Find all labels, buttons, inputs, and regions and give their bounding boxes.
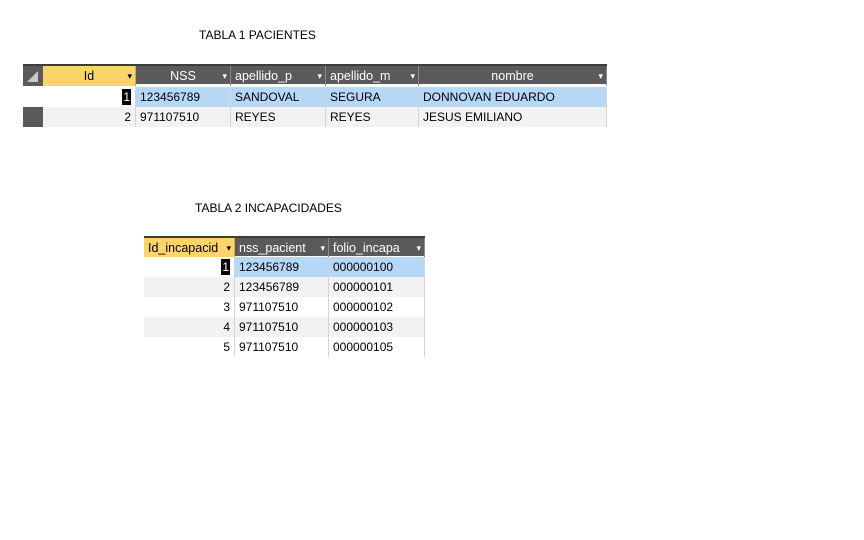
column-header-nombre[interactable]: nombre ▾ bbox=[419, 66, 607, 86]
cell-id[interactable]: 2 bbox=[43, 107, 136, 127]
table-row[interactable]: 3 971107510 000000102 bbox=[144, 297, 425, 317]
select-all-corner-icon[interactable] bbox=[23, 66, 43, 86]
column-header-apellido-m[interactable]: apellido_m ▾ bbox=[326, 66, 419, 86]
table1-caption: TABLA 1 PACIENTES bbox=[199, 28, 316, 42]
dropdown-arrow-icon[interactable]: ▾ bbox=[410, 66, 415, 86]
cell-nss[interactable]: 971107510 bbox=[136, 107, 231, 127]
table-row[interactable]: 2 123456789 000000101 bbox=[144, 277, 425, 297]
cell-id-incapacidad[interactable]: 2 bbox=[144, 277, 235, 297]
cell-apellido-m[interactable]: SEGURA bbox=[326, 87, 419, 107]
cell-nss-paciente[interactable]: 971107510 bbox=[235, 297, 329, 317]
table-row[interactable]: 4 971107510 000000103 bbox=[144, 317, 425, 337]
table-row[interactable]: 2 971107510 REYES REYES JESUS EMILIANO bbox=[23, 107, 607, 127]
column-header-nss[interactable]: NSS ▾ bbox=[136, 66, 231, 86]
cell-nss-paciente[interactable]: 123456789 bbox=[235, 257, 329, 277]
column-header-folio-incapacidad[interactable]: folio_incapa ▾ bbox=[329, 238, 425, 258]
row-selector[interactable] bbox=[23, 107, 43, 127]
table1-header-row: Id ▾ NSS ▾ apellido_p ▾ apellido_m ▾ nom… bbox=[23, 64, 607, 86]
column-header-apellido-p[interactable]: apellido_p ▾ bbox=[231, 66, 326, 86]
column-header-id-incapacidad[interactable]: Id_incapacid ▾ bbox=[144, 238, 235, 258]
column-header-id[interactable]: Id ▾ bbox=[43, 66, 136, 86]
dropdown-arrow-icon[interactable]: ▾ bbox=[598, 66, 603, 86]
cell-folio[interactable]: 000000101 bbox=[329, 277, 425, 297]
dropdown-arrow-icon[interactable]: ▾ bbox=[127, 66, 132, 86]
column-header-nss-paciente[interactable]: nss_pacient ▾ bbox=[235, 238, 329, 258]
row-selector[interactable] bbox=[23, 87, 43, 107]
table-row[interactable]: 1 123456789 000000100 bbox=[144, 257, 425, 277]
dropdown-arrow-icon[interactable]: ▾ bbox=[222, 66, 227, 86]
table2-caption: TABLA 2 INCAPACIDADES bbox=[195, 201, 342, 215]
cell-nombre[interactable]: DONNOVAN EDUARDO bbox=[419, 87, 607, 107]
cell-folio[interactable]: 000000103 bbox=[329, 317, 425, 337]
table-row[interactable]: 5 971107510 000000105 bbox=[144, 337, 425, 357]
cell-folio[interactable]: 000000100 bbox=[329, 257, 425, 277]
cell-apellido-p[interactable]: REYES bbox=[231, 107, 326, 127]
cell-nombre[interactable]: JESUS EMILIANO bbox=[419, 107, 607, 127]
cell-id[interactable]: 1 bbox=[43, 87, 136, 107]
pacientes-datasheet: Id ▾ NSS ▾ apellido_p ▾ apellido_m ▾ nom… bbox=[23, 64, 607, 128]
cell-apellido-m[interactable]: REYES bbox=[326, 107, 419, 127]
cell-folio[interactable]: 000000102 bbox=[329, 297, 425, 317]
dropdown-arrow-icon[interactable]: ▾ bbox=[317, 66, 322, 86]
cell-id-incapacidad[interactable]: 4 bbox=[144, 317, 235, 337]
dropdown-arrow-icon[interactable]: ▾ bbox=[320, 238, 325, 258]
table2-header-row: Id_incapacid ▾ nss_pacient ▾ folio_incap… bbox=[144, 236, 425, 258]
dropdown-arrow-icon[interactable]: ▾ bbox=[416, 238, 421, 258]
cell-id-incapacidad[interactable]: 5 bbox=[144, 337, 235, 357]
dropdown-arrow-icon[interactable]: ▾ bbox=[226, 238, 231, 258]
cell-nss-paciente[interactable]: 123456789 bbox=[235, 277, 329, 297]
cell-id-incapacidad[interactable]: 1 bbox=[144, 257, 235, 277]
table-row[interactable]: 1 123456789 SANDOVAL SEGURA DONNOVAN EDU… bbox=[23, 87, 607, 107]
incapacidades-datasheet: Id_incapacid ▾ nss_pacient ▾ folio_incap… bbox=[144, 236, 425, 358]
cell-nss-paciente[interactable]: 971107510 bbox=[235, 337, 329, 357]
cell-nss-paciente[interactable]: 971107510 bbox=[235, 317, 329, 337]
cell-id-incapacidad[interactable]: 3 bbox=[144, 297, 235, 317]
cell-apellido-p[interactable]: SANDOVAL bbox=[231, 87, 326, 107]
cell-folio[interactable]: 000000105 bbox=[329, 337, 425, 357]
cell-nss[interactable]: 123456789 bbox=[136, 87, 231, 107]
